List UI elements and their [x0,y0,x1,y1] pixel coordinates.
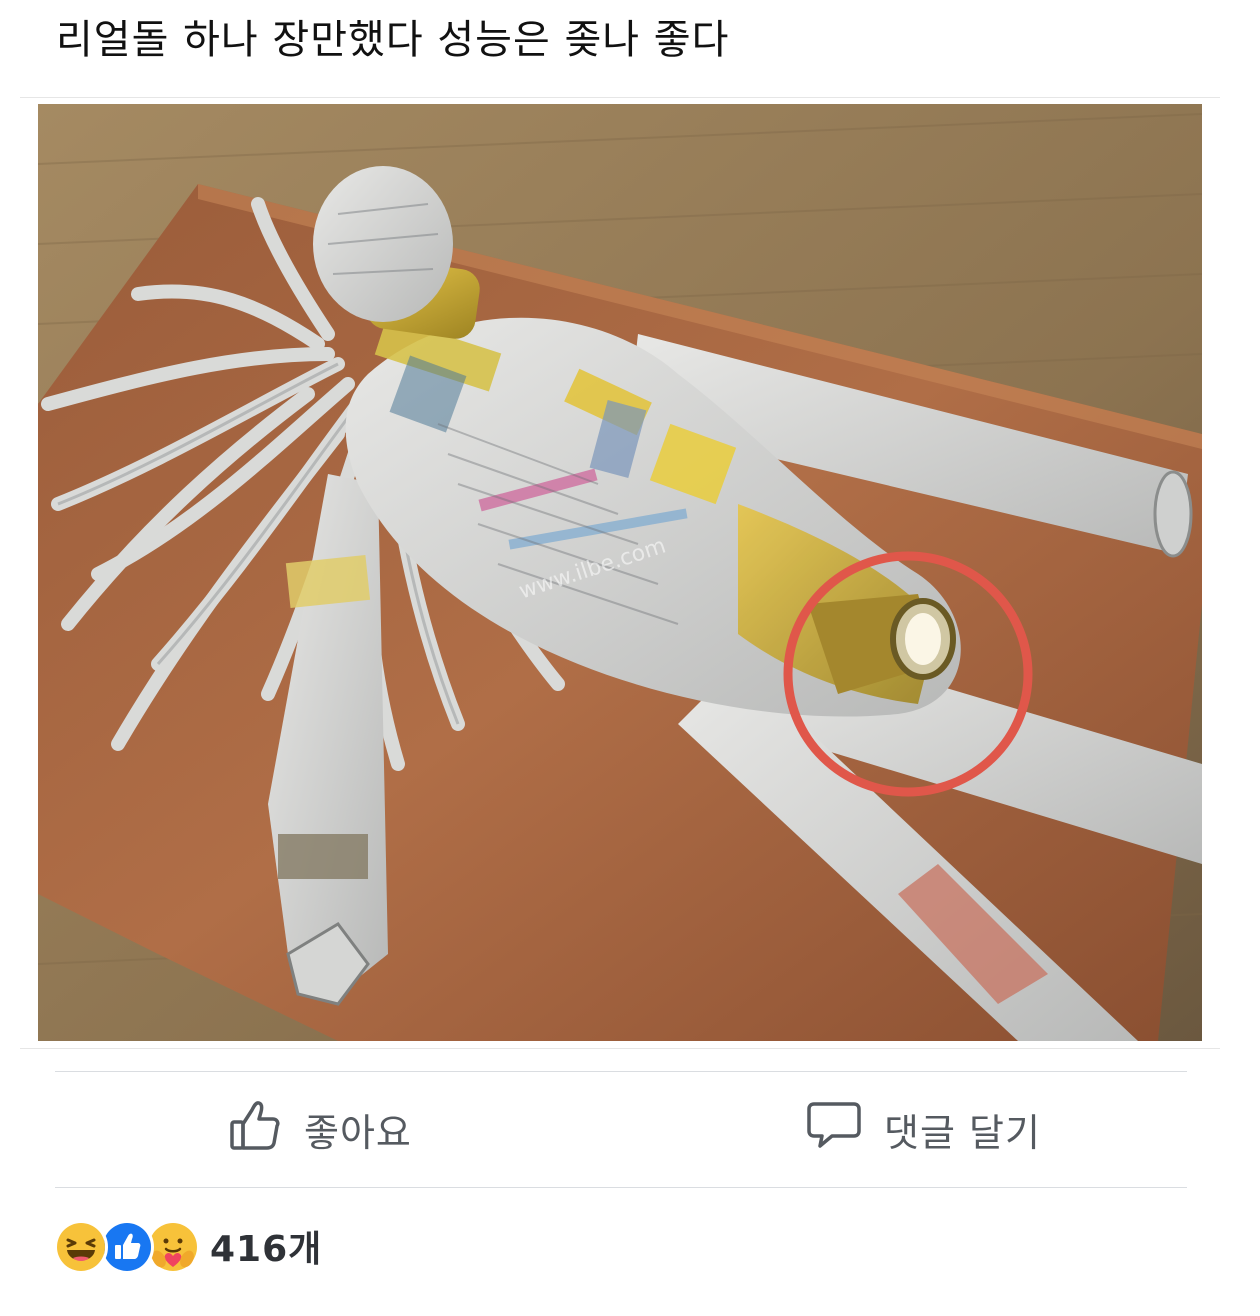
care-reaction-icon [146,1220,200,1274]
post-photo[interactable]: www.ilbe.com [38,104,1202,1041]
reactions-summary[interactable]: 416개 [54,1220,323,1274]
divider-top [55,1071,1187,1072]
reaction-icons [54,1220,202,1274]
like-reaction-icon [100,1220,154,1274]
post-text: 리얼돌 하나 장만했다 성능은 좆나 좋다 [56,17,730,63]
speech-bubble-icon [806,1098,862,1161]
thumbs-up-icon [228,1098,282,1161]
newspaper-doll-photo: www.ilbe.com [38,104,1202,1041]
comment-label: 댓글 달기 [884,1110,1041,1155]
divider-bottom [55,1187,1187,1188]
comment-button[interactable]: 댓글 달기 [806,1094,1041,1164]
like-label: 좋아요 [304,1110,412,1155]
reaction-count: 416개 [210,1229,323,1270]
like-button[interactable]: 좋아요 [228,1094,412,1164]
haha-reaction-icon [54,1220,108,1274]
